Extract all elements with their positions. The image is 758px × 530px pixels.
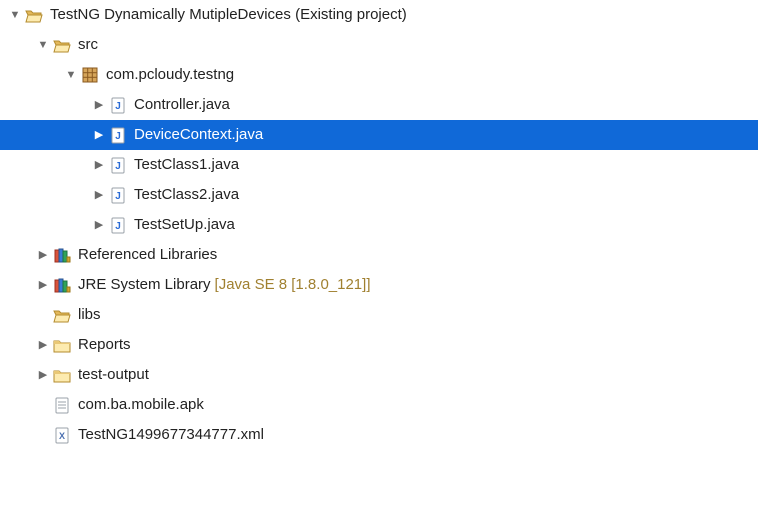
tree-item-label: test-output: [77, 360, 149, 390]
tree-item-package[interactable]: ▼ com.pcloudy.testng: [0, 60, 758, 90]
tree-item-suffix: [Java SE 8 [1.8.0_121]]: [215, 270, 371, 300]
expand-arrow-icon[interactable]: ▶: [90, 150, 108, 180]
tree-item-testng-xml[interactable]: ▶ TestNG1499677344777.xml: [0, 420, 758, 450]
tree-item-label: Reports: [77, 330, 131, 360]
tree-item-label: TestNG Dynamically MutipleDevices (Exist…: [49, 0, 407, 30]
tree-item-label: src: [77, 30, 98, 60]
expand-arrow-icon[interactable]: ▶: [90, 180, 108, 210]
java-file-icon: [108, 125, 128, 145]
expand-arrow-icon[interactable]: ▶: [34, 240, 52, 270]
tree-item-label: com.pcloudy.testng: [105, 60, 234, 90]
tree-item-label: Referenced Libraries: [77, 240, 217, 270]
folder-icon: [52, 365, 72, 385]
tree-item-testclass1-java[interactable]: ▶ TestClass1.java: [0, 150, 758, 180]
tree-item-referenced-libraries[interactable]: ▶ Referenced Libraries: [0, 240, 758, 270]
expand-arrow-icon[interactable]: ▼: [62, 60, 80, 90]
tree-item-label: TestNG1499677344777.xml: [77, 420, 264, 450]
expand-arrow-icon[interactable]: ▼: [6, 0, 24, 30]
java-file-icon: [108, 95, 128, 115]
expand-arrow-icon[interactable]: ▶: [34, 270, 52, 300]
tree-item-project-root[interactable]: ▼ TestNG Dynamically MutipleDevices (Exi…: [0, 0, 758, 30]
expand-arrow-icon[interactable]: ▶: [34, 330, 52, 360]
tree-item-label: DeviceContext.java: [133, 120, 263, 150]
java-file-icon: [108, 185, 128, 205]
tree-item-label: JRE System Library: [77, 270, 211, 300]
library-icon: [52, 275, 72, 295]
expand-arrow-icon[interactable]: ▼: [34, 30, 52, 60]
folder-open-icon: [52, 35, 72, 55]
tree-item-testsetup-java[interactable]: ▶ TestSetUp.java: [0, 210, 758, 240]
tree-item-label: libs: [77, 300, 101, 330]
expand-arrow-icon[interactable]: ▶: [90, 210, 108, 240]
folder-open-icon: [24, 5, 44, 25]
expand-arrow-icon[interactable]: ▶: [90, 90, 108, 120]
library-icon: [52, 245, 72, 265]
folder-icon: [52, 335, 72, 355]
tree-item-label: com.ba.mobile.apk: [77, 390, 204, 420]
xml-file-icon: [52, 425, 72, 445]
file-icon: [52, 395, 72, 415]
tree-item-test-output[interactable]: ▶ test-output: [0, 360, 758, 390]
folder-icon: [52, 305, 72, 325]
tree-item-jre-system-library[interactable]: ▶ JRE System Library [Java SE 8 [1.8.0_1…: [0, 270, 758, 300]
tree-item-src[interactable]: ▼ src: [0, 30, 758, 60]
java-file-icon: [108, 215, 128, 235]
tree-item-controller-java[interactable]: ▶ Controller.java: [0, 90, 758, 120]
tree-item-label: TestClass2.java: [133, 180, 239, 210]
expand-arrow-icon[interactable]: ▶: [90, 120, 108, 150]
tree-item-libs[interactable]: ▶ libs: [0, 300, 758, 330]
tree-item-devicecontext-java[interactable]: ▶ DeviceContext.java: [0, 120, 758, 150]
project-explorer-tree: ▼ TestNG Dynamically MutipleDevices (Exi…: [0, 0, 758, 450]
tree-item-label: TestClass1.java: [133, 150, 239, 180]
package-icon: [80, 65, 100, 85]
tree-item-label: TestSetUp.java: [133, 210, 235, 240]
tree-item-reports[interactable]: ▶ Reports: [0, 330, 758, 360]
tree-item-testclass2-java[interactable]: ▶ TestClass2.java: [0, 180, 758, 210]
java-file-icon: [108, 155, 128, 175]
tree-item-label: Controller.java: [133, 90, 230, 120]
expand-arrow-icon[interactable]: ▶: [34, 360, 52, 390]
tree-item-apk-file[interactable]: ▶ com.ba.mobile.apk: [0, 390, 758, 420]
